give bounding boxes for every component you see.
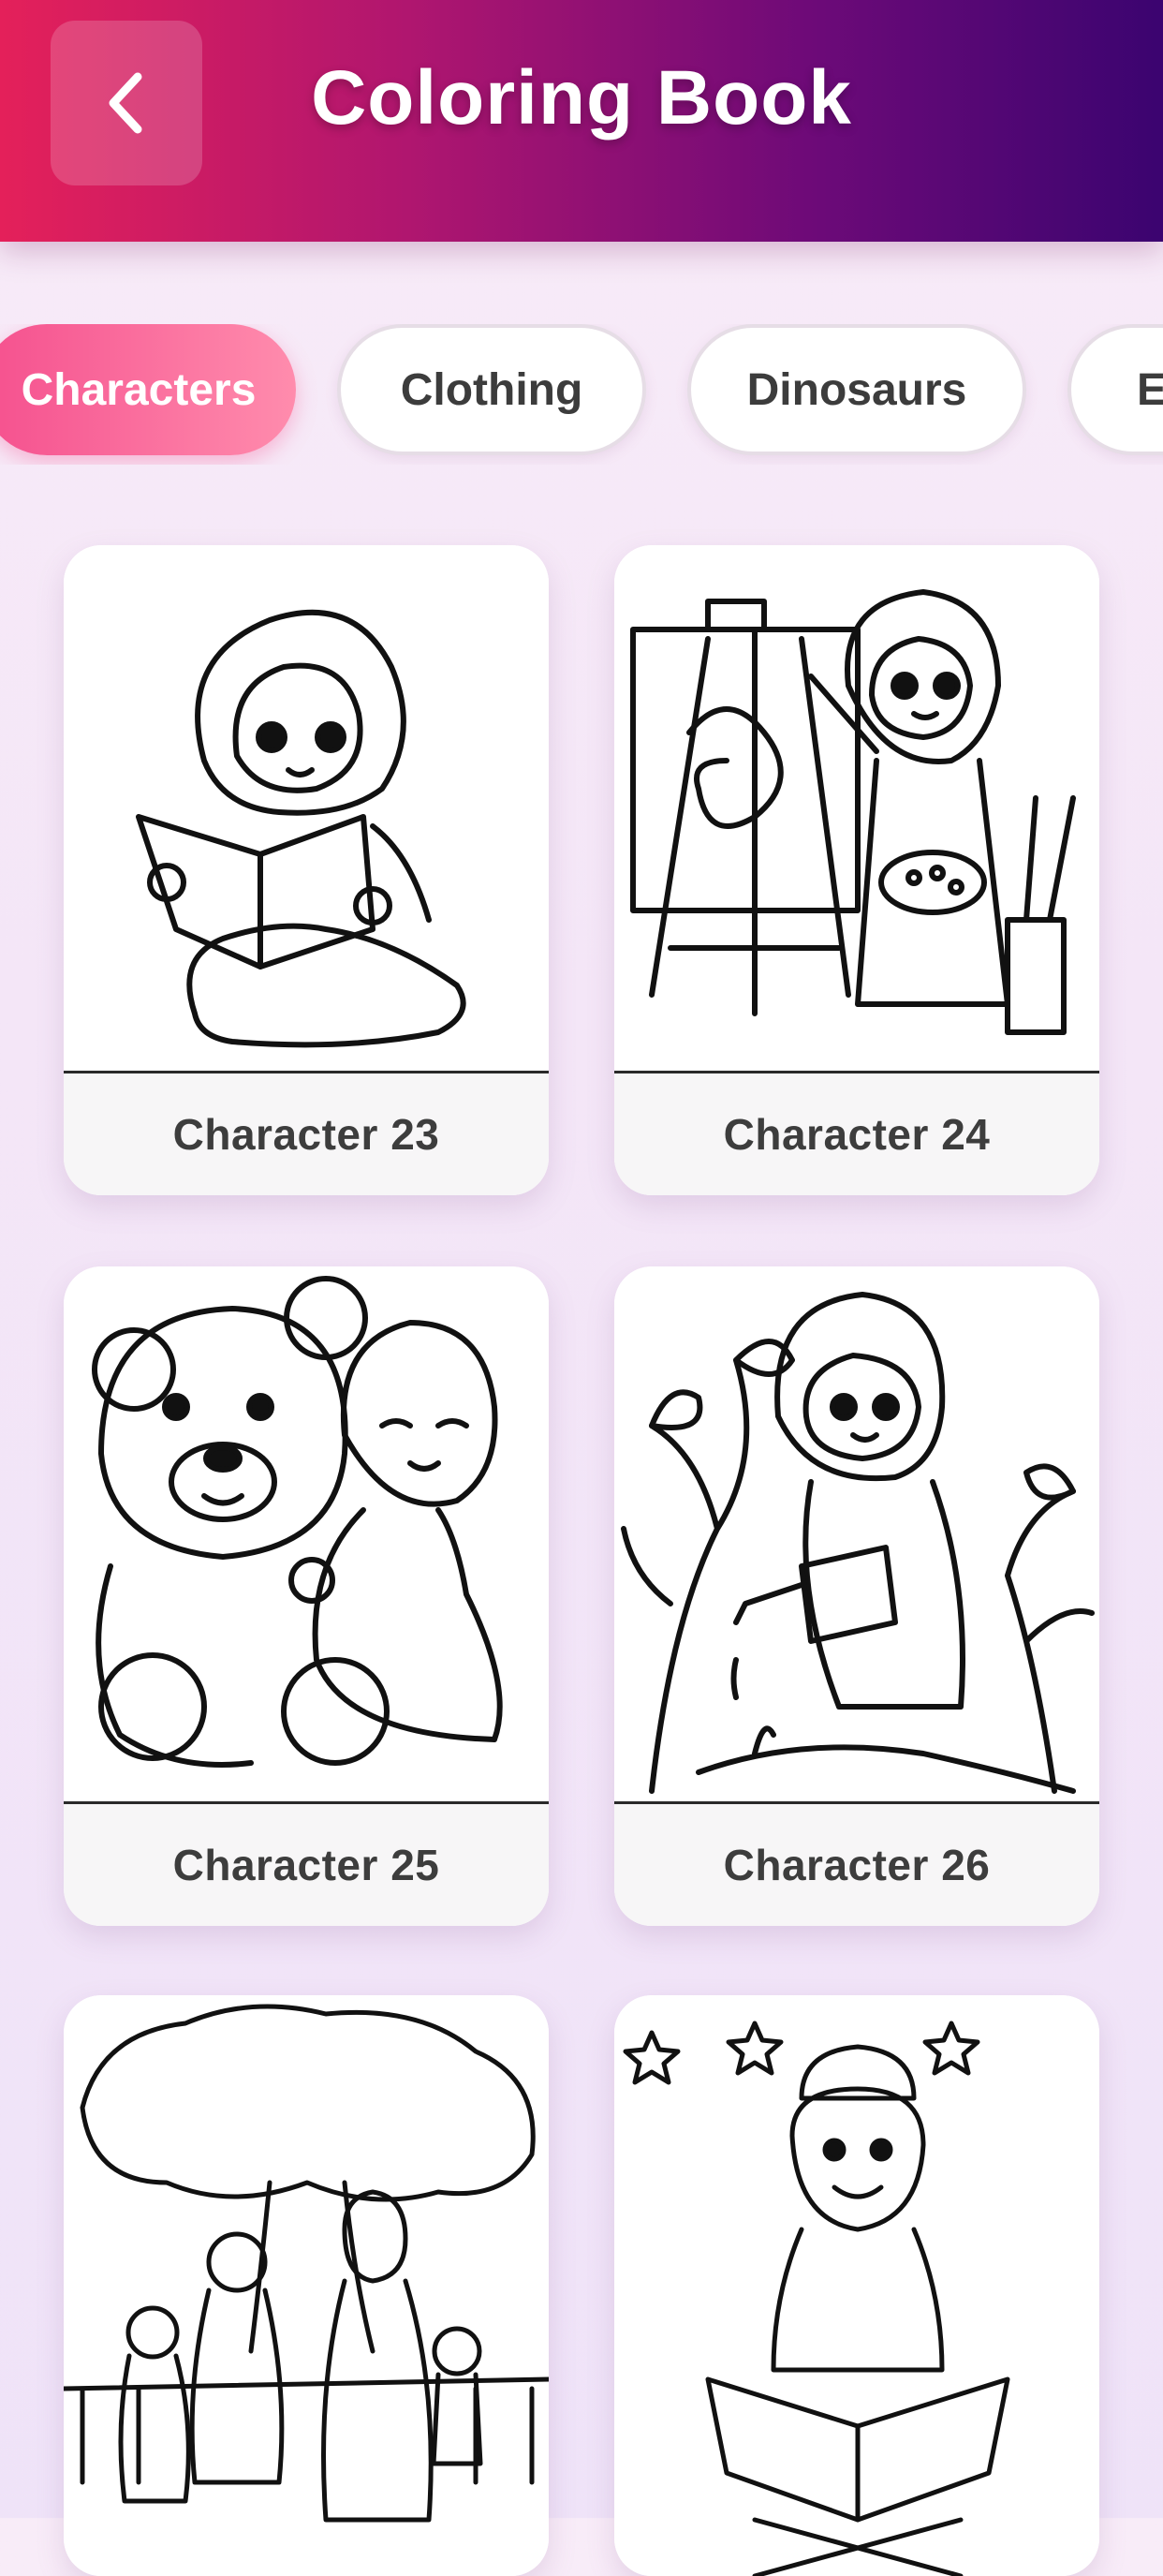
coloring-card[interactable] bbox=[614, 1995, 1099, 2576]
coloring-image bbox=[64, 1266, 549, 1800]
card-label: Character 24 bbox=[614, 1071, 1099, 1195]
tab-dinosaurs[interactable]: Dinosaurs bbox=[687, 324, 1026, 455]
coloring-image bbox=[64, 1995, 549, 2576]
card-label: Character 26 bbox=[614, 1801, 1099, 1926]
tab-partial[interactable]: E bbox=[1067, 324, 1163, 455]
card-label: Character 25 bbox=[64, 1801, 549, 1926]
page-title: Coloring Book bbox=[311, 55, 852, 141]
coloring-image bbox=[614, 1266, 1099, 1800]
coloring-card[interactable]: Character 24 bbox=[614, 545, 1099, 1195]
category-tabs: Characters Clothing Dinosaurs E bbox=[0, 324, 1163, 465]
coloring-card[interactable]: Character 26 bbox=[614, 1266, 1099, 1926]
coloring-image bbox=[614, 1995, 1099, 2576]
card-label: Character 23 bbox=[64, 1071, 549, 1195]
app-header: Coloring Book bbox=[0, 0, 1163, 242]
coloring-image bbox=[614, 545, 1099, 1065]
coloring-image bbox=[64, 545, 549, 1065]
coloring-card[interactable]: Character 25 bbox=[64, 1266, 549, 1926]
tab-clothing[interactable]: Clothing bbox=[337, 324, 646, 455]
coloring-card[interactable] bbox=[64, 1995, 549, 2576]
coloring-card[interactable]: Character 23 bbox=[64, 545, 549, 1195]
tab-characters[interactable]: Characters bbox=[0, 324, 296, 455]
